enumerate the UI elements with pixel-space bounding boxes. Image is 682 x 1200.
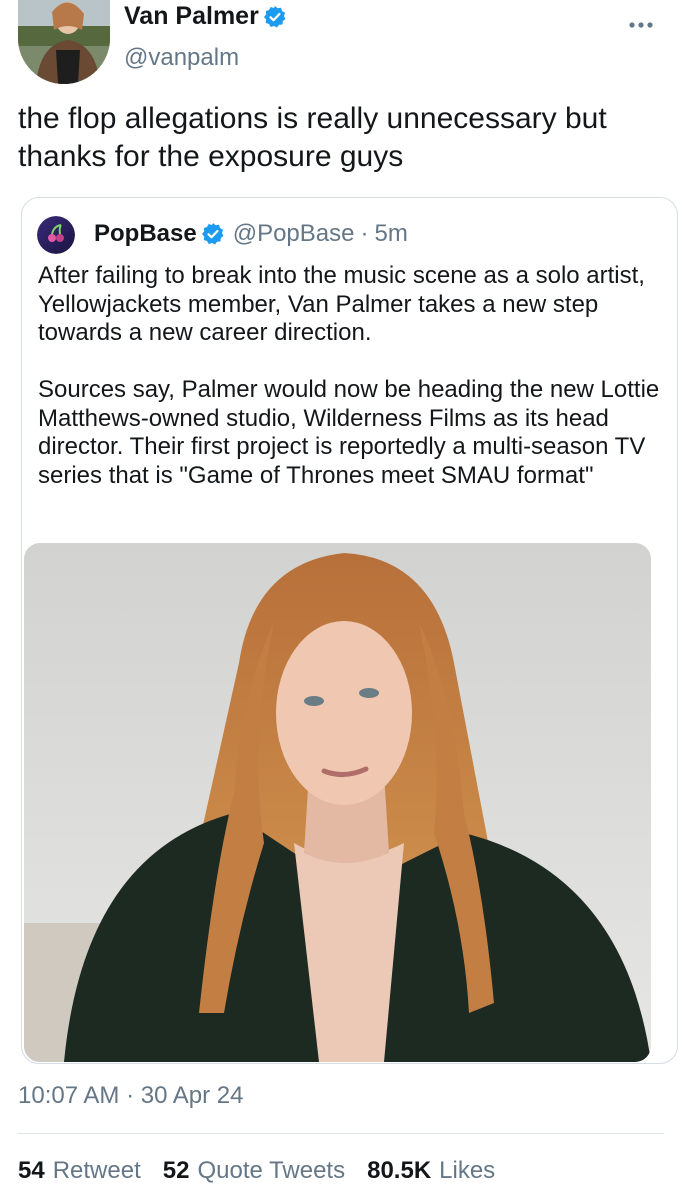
quoted-author-avatar[interactable] <box>37 216 75 254</box>
likes-label: Likes <box>439 1157 496 1184</box>
author-name-row[interactable]: Van Palmer <box>124 2 287 31</box>
author-avatar[interactable] <box>18 0 110 84</box>
quoted-tweet-text: After failing to break into the music sc… <box>38 262 660 489</box>
quoted-tweet-photo[interactable] <box>24 543 651 1062</box>
retweets-count: 54 <box>18 1157 45 1184</box>
verified-badge-icon <box>201 222 225 246</box>
quoted-author-handle[interactable]: @PopBase <box>233 220 355 248</box>
more-options-icon[interactable] <box>626 10 656 40</box>
quoted-author-name[interactable]: PopBase <box>94 220 197 248</box>
quote-tweets-stat[interactable]: 52 Quote Tweets <box>163 1157 345 1185</box>
author-handle[interactable]: @vanpalm <box>124 44 239 72</box>
likes-stat[interactable]: 80.5K Likes <box>367 1157 495 1185</box>
divider <box>18 1133 664 1134</box>
retweets-label: Retweet <box>52 1157 141 1184</box>
quote-tweets-count: 52 <box>162 1157 190 1184</box>
quote-tweets-label: Quote Tweets <box>197 1157 346 1184</box>
retweets-stat[interactable]: 54 Retweet <box>18 1157 141 1185</box>
separator-dot: · <box>360 220 369 247</box>
quoted-tweet-header: PopBase @PopBase · 5m <box>94 220 408 248</box>
quoted-time-ago: 5m <box>374 220 408 247</box>
engagement-stats: 54 Retweet 52 Quote Tweets 80.5K Likes <box>18 1157 517 1185</box>
tweet-timestamp[interactable]: 10:07 AM · 30 Apr 24 <box>18 1082 243 1110</box>
verified-badge-icon <box>263 5 287 29</box>
author-name[interactable]: Van Palmer <box>124 2 259 31</box>
tweet-detail: Van Palmer @vanpalm the flop allegations… <box>0 0 682 1200</box>
tweet-text: the flop allegations is really unnecessa… <box>18 102 607 173</box>
likes-count: 80.5K <box>367 1157 432 1184</box>
quoted-tweet-card[interactable]: PopBase @PopBase · 5m After failing to b… <box>21 197 678 1064</box>
